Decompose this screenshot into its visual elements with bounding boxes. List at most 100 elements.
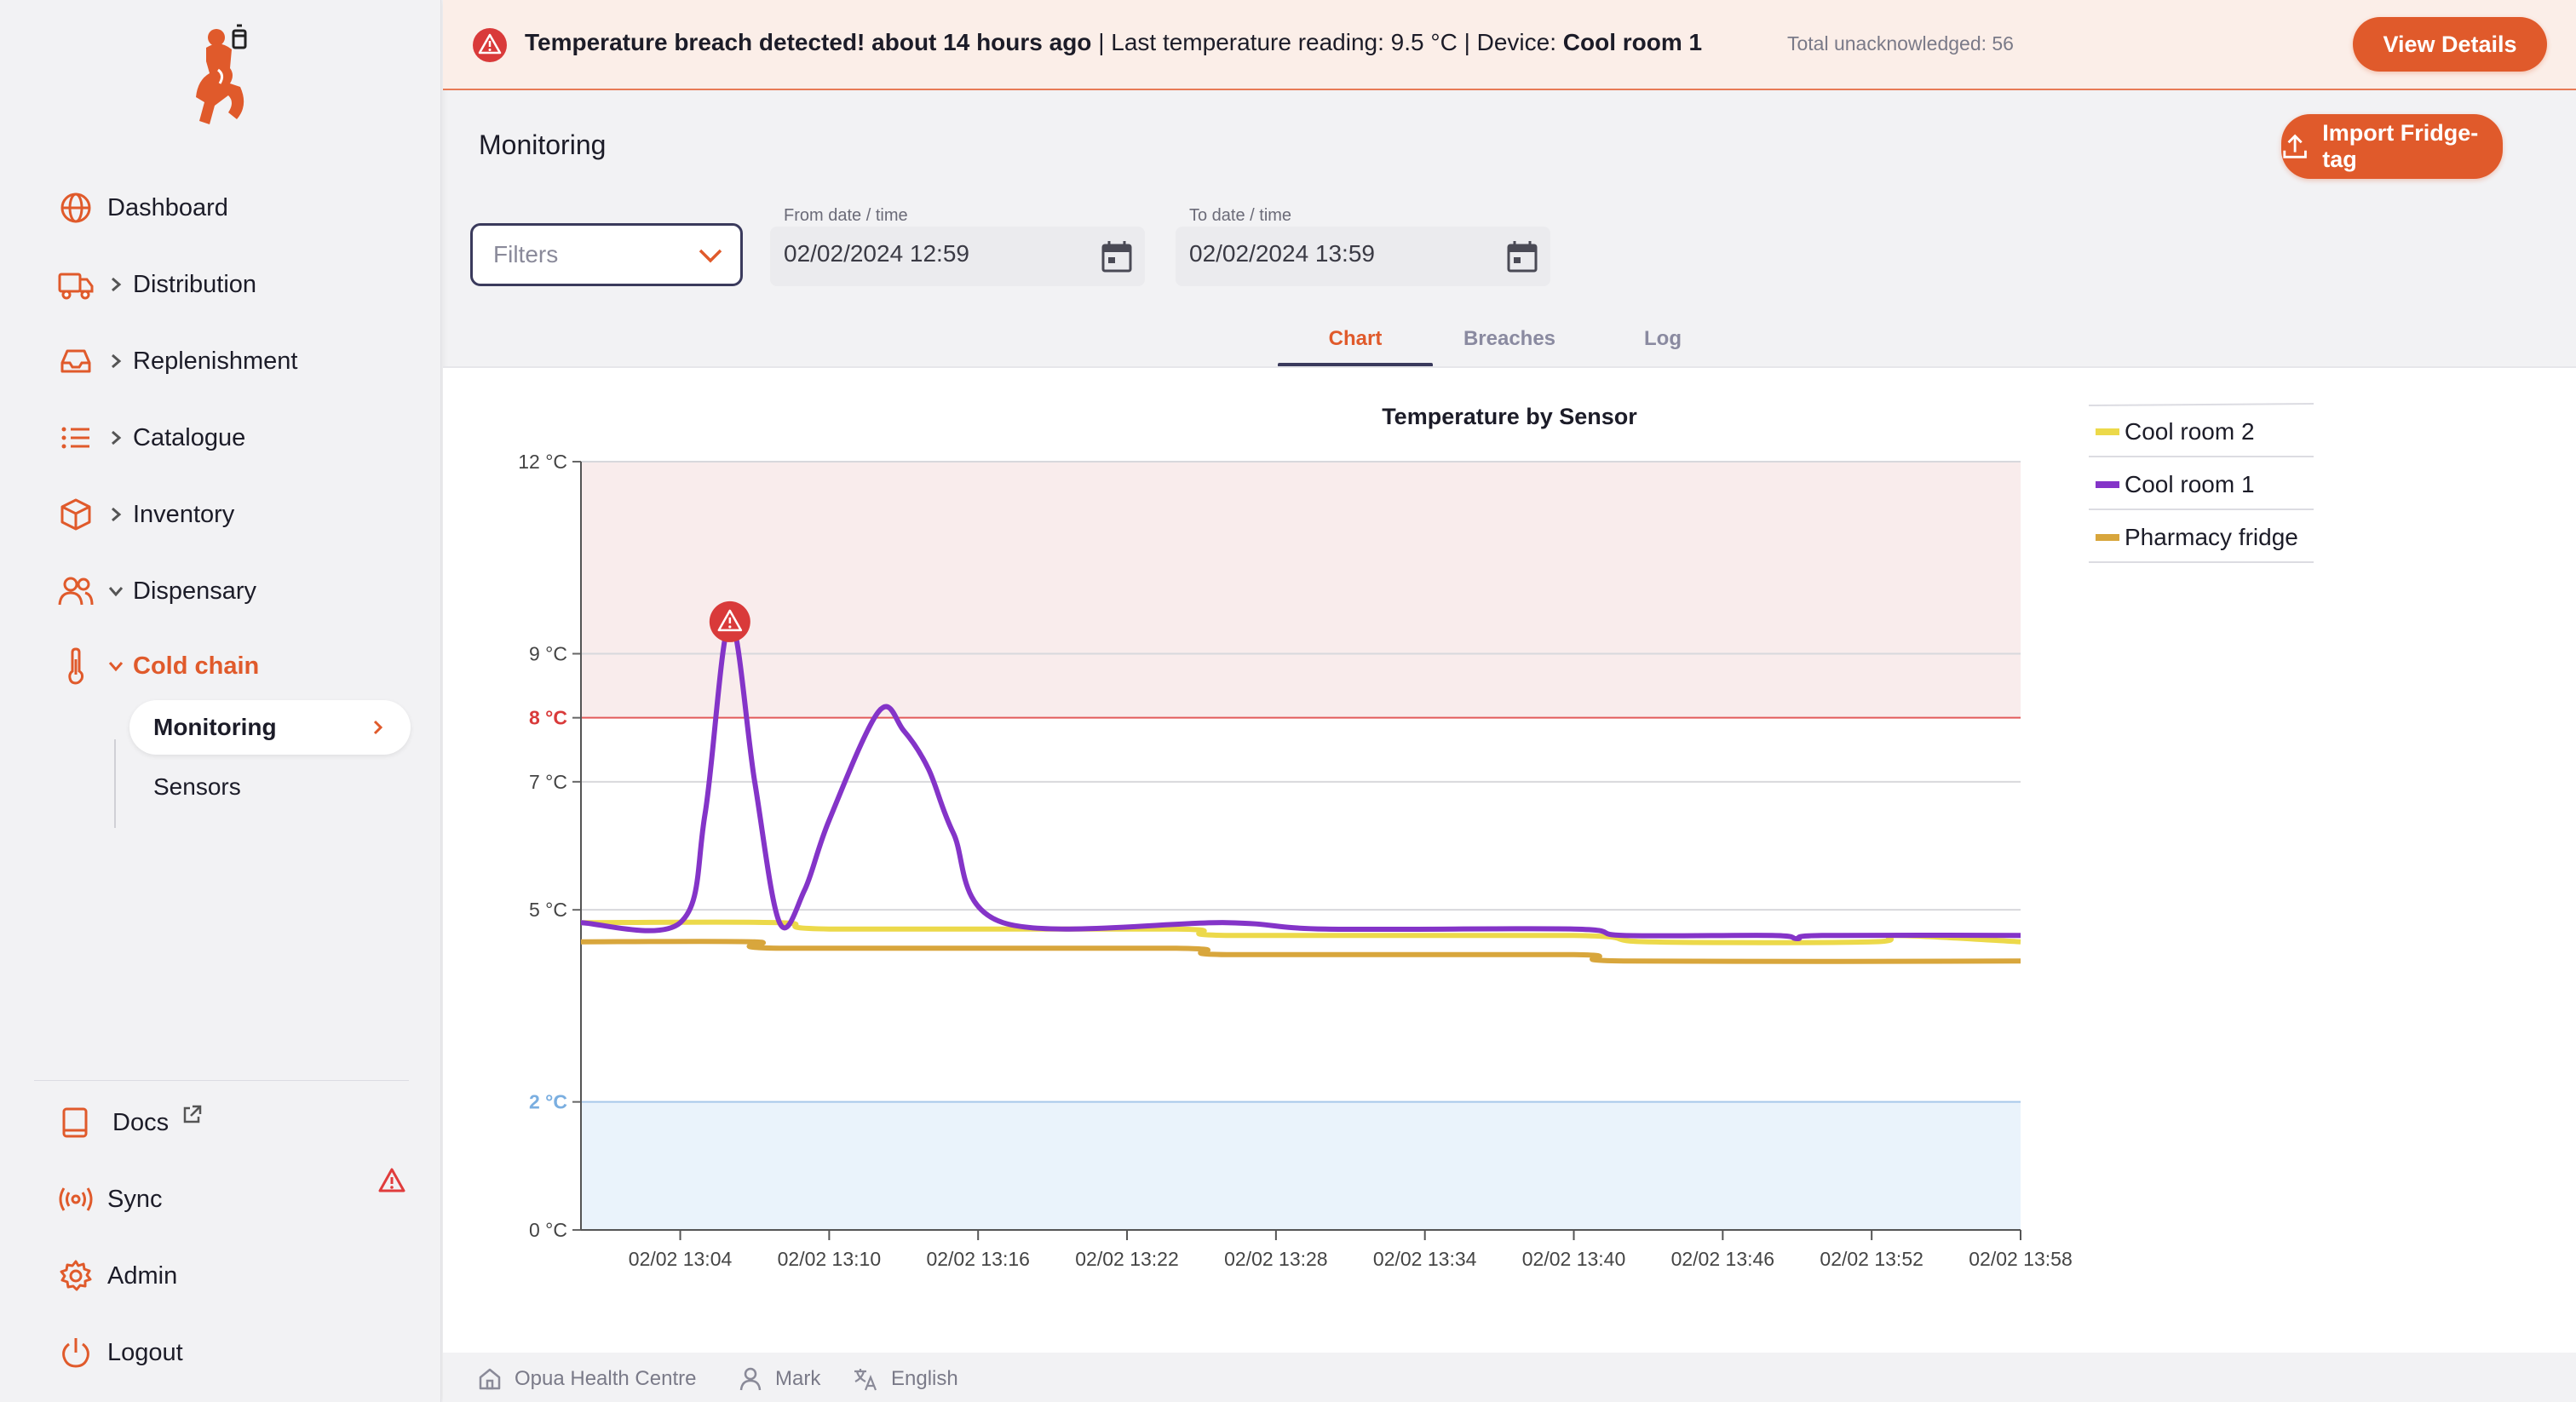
sidebar-divider <box>34 1080 409 1081</box>
chevron-down-icon <box>104 579 128 603</box>
footer: Opua Health Centre Mark English <box>443 1353 2576 1402</box>
alert-message: Temperature breach detected! about 14 ho… <box>525 29 1702 56</box>
submenu-line <box>114 739 116 828</box>
list-icon <box>56 418 95 457</box>
x-tick-label: 02/02 13:34 <box>1373 1248 1477 1270</box>
y-tick-label: 9 °C <box>529 643 567 665</box>
from-date-field[interactable]: From date / time 02/02/2024 12:59 <box>770 206 1145 286</box>
y-tick-label: 7 °C <box>529 771 567 793</box>
legend-swatch <box>2096 428 2119 435</box>
sidebar-item-logout[interactable]: Logout <box>56 1327 414 1378</box>
external-link-icon <box>181 1104 203 1133</box>
x-tick-label: 02/02 13:04 <box>629 1248 733 1270</box>
chevron-right-icon <box>104 503 128 526</box>
calendar-icon[interactable] <box>1097 237 1136 276</box>
tab-chart[interactable]: Chart <box>1278 327 1433 351</box>
chevron-down-icon <box>696 243 725 274</box>
x-tick-label: 02/02 13:16 <box>926 1248 1030 1270</box>
import-fridge-tag-button[interactable]: Import Fridge-tag <box>2281 114 2503 179</box>
sidebar-subitem-label: Monitoring <box>153 714 277 740</box>
alert-warning-icon <box>473 28 507 62</box>
sidebar-item-label: Replenishment <box>133 347 298 375</box>
legend-label[interactable]: Cool room 2 <box>2125 418 2255 445</box>
footer-user[interactable]: Mark <box>738 1366 820 1392</box>
view-details-button[interactable]: View Details <box>2353 17 2547 72</box>
upload-icon <box>2283 134 2307 158</box>
sidebar-subitem-monitoring[interactable]: Monitoring <box>129 700 411 755</box>
sidebar-item-label: Admin <box>107 1261 178 1290</box>
from-date-value: 02/02/2024 12:59 <box>784 240 969 267</box>
y-tick-label: 5 °C <box>529 899 567 921</box>
sidebar-item-label: Sync <box>107 1185 163 1213</box>
chart-title: Temperature by Sensor <box>1382 404 1637 429</box>
x-tick-label: 02/02 13:58 <box>1969 1248 2073 1270</box>
series-line-cool-room-2 <box>580 919 2021 945</box>
sidebar-item-dashboard[interactable]: Dashboard <box>56 182 414 233</box>
x-tick-label: 02/02 13:22 <box>1075 1248 1179 1270</box>
chevron-right-icon <box>371 715 385 745</box>
sidebar-item-label: Logout <box>107 1338 183 1366</box>
x-tick-label: 02/02 13:40 <box>1522 1248 1626 1270</box>
footer-store-label: Opua Health Centre <box>515 1367 697 1390</box>
to-date-field[interactable]: To date / time 02/02/2024 13:59 <box>1176 206 1550 286</box>
sidebar-item-inventory[interactable]: Inventory <box>56 489 414 540</box>
sidebar-item-label: Docs <box>112 1108 170 1136</box>
x-tick-label: 02/02 13:28 <box>1224 1248 1328 1270</box>
sidebar-subitem-sensors[interactable]: Sensors <box>129 760 411 814</box>
tab-log[interactable]: Log <box>1586 327 1739 351</box>
calendar-icon[interactable] <box>1503 237 1542 276</box>
translate-icon <box>854 1369 877 1391</box>
y-tick-label: 12 °C <box>518 451 567 473</box>
x-tick-label: 02/02 13:52 <box>1820 1248 1923 1270</box>
legend-label[interactable]: Cool room 1 <box>2125 471 2255 497</box>
temperature-chart: Temperature by Sensor 12 °C 9 °C 8 °C 7 °C 5… <box>518 403 2314 1270</box>
chevron-down-icon <box>104 654 128 678</box>
y-tick-label: 0 °C <box>529 1219 567 1241</box>
user-icon <box>739 1367 762 1391</box>
app-logo-icon <box>196 24 247 124</box>
sidebar-item-catalogue[interactable]: Catalogue <box>56 412 414 463</box>
sidebar-item-replenishment[interactable]: Replenishment <box>56 336 414 387</box>
sidebar-item-label: Dashboard <box>107 193 228 221</box>
power-icon <box>56 1333 95 1372</box>
chevron-right-icon <box>104 273 128 296</box>
legend-label[interactable]: Pharmacy fridge <box>2125 524 2298 550</box>
to-date-label: To date / time <box>1189 206 1292 225</box>
sidebar-item-label: Cold chain <box>133 652 260 680</box>
gear-icon <box>56 1256 95 1296</box>
sidebar-item-label: Catalogue <box>133 423 246 451</box>
sidebar-item-distribution[interactable]: Distribution <box>56 259 414 310</box>
footer-language-label: English <box>891 1367 958 1390</box>
chevron-right-icon <box>104 349 128 373</box>
footer-language[interactable]: English <box>852 1366 958 1392</box>
alert-reading: | Last temperature reading: 9.5 °C | Dev… <box>1091 29 1563 55</box>
sidebar-item-admin[interactable]: Admin <box>56 1250 414 1301</box>
chevron-right-icon <box>104 426 128 450</box>
filters-select[interactable]: Filters <box>470 223 743 286</box>
sync-warning-icon[interactable] <box>378 1167 405 1194</box>
sidebar-item-label: Dispensary <box>133 577 257 605</box>
sidebar-item-docs[interactable]: Docs <box>56 1097 414 1148</box>
breach-alert-bar: Temperature breach detected! about 14 ho… <box>443 0 2576 90</box>
sidebar-item-dispensary[interactable]: Dispensary <box>56 566 414 617</box>
legend-swatch <box>2096 481 2119 488</box>
book-icon <box>56 1103 95 1142</box>
breach-warning-icon-dot <box>728 625 732 629</box>
to-date-value: 02/02/2024 13:59 <box>1189 240 1375 267</box>
inbox-icon <box>56 342 95 381</box>
alert-total-unacknowledged: Total unacknowledged: 56 <box>1787 32 2014 55</box>
alert-device: Cool room 1 <box>1562 29 1703 55</box>
box-icon <box>56 495 95 534</box>
sidebar-item-cold-chain[interactable]: Cold chain <box>56 641 414 692</box>
footer-user-label: Mark <box>775 1367 821 1390</box>
footer-store[interactable]: Opua Health Centre <box>477 1366 696 1392</box>
sidebar-item-sync[interactable]: Sync <box>56 1174 414 1225</box>
from-date-label: From date / time <box>784 206 908 225</box>
legend-swatch <box>2096 534 2119 541</box>
sidebar: Dashboard Distribution Replenishment Cat… <box>0 0 441 1402</box>
alert-headline: Temperature breach detected! about 14 ho… <box>525 29 1092 55</box>
x-tick-label: 02/02 13:46 <box>1671 1248 1775 1270</box>
tab-breaches[interactable]: Breaches <box>1433 327 1586 351</box>
home-icon <box>479 1368 501 1390</box>
sidebar-item-label: Inventory <box>133 500 235 528</box>
